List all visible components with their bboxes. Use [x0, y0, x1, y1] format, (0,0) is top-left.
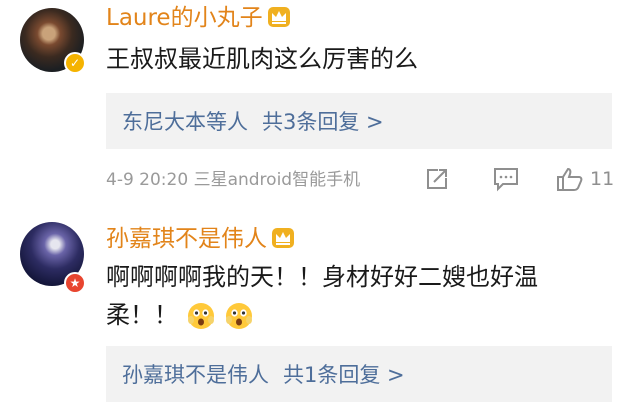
replies-names: 东尼大本等人 — [122, 110, 248, 134]
username-text[interactable]: Laure的小丸子 — [106, 5, 263, 31]
comment-text: 王叔叔最近肌肉这么厉害的么 — [106, 45, 418, 73]
replies-link[interactable]: 东尼大本等人 共3条回复 > — [106, 93, 612, 149]
like-button[interactable]: 11 — [556, 164, 614, 194]
like-count: 11 — [590, 168, 615, 190]
username-text[interactable]: 孙嘉琪不是伟人 — [106, 226, 267, 252]
comment-text-body: 啊啊啊啊我的天！！身材好好二嫂也好温柔！！ — [106, 263, 538, 329]
comment-text: 啊啊啊啊我的天！！身材好好二嫂也好温柔！！ — [106, 258, 606, 334]
comment-item: ✓ Laure的小丸子 王叔叔最近肌肉这么厉害的么 东尼大本等人 共3条回复 >… — [0, 0, 640, 210]
share-icon[interactable] — [424, 164, 454, 194]
username[interactable]: Laure的小丸子 — [106, 3, 291, 33]
replies-names: 孙嘉琪不是伟人 — [122, 363, 269, 387]
shocked-emoji-icon — [186, 301, 216, 331]
comment-meta: 4-9 20:20 三星android智能手机 — [106, 170, 361, 190]
verified-badge-icon: ✓ — [64, 52, 86, 74]
star-badge-icon: ★ — [64, 272, 86, 294]
crown-icon — [267, 6, 291, 28]
crown-icon — [271, 227, 295, 249]
comment-icon[interactable] — [492, 164, 522, 194]
thumbs-up-icon — [557, 167, 583, 191]
shocked-emoji-icon — [224, 301, 254, 331]
replies-count: 共1条回复 > — [283, 363, 405, 387]
replies-link[interactable]: 孙嘉琪不是伟人 共1条回复 > — [106, 346, 612, 402]
replies-count: 共3条回复 > — [262, 110, 384, 134]
comment-item: ★ 孙嘉琪不是伟人 啊啊啊啊我的天！！身材好好二嫂也好温柔！！ 孙嘉琪不是伟人 … — [0, 210, 640, 409]
username[interactable]: 孙嘉琪不是伟人 — [106, 224, 295, 254]
